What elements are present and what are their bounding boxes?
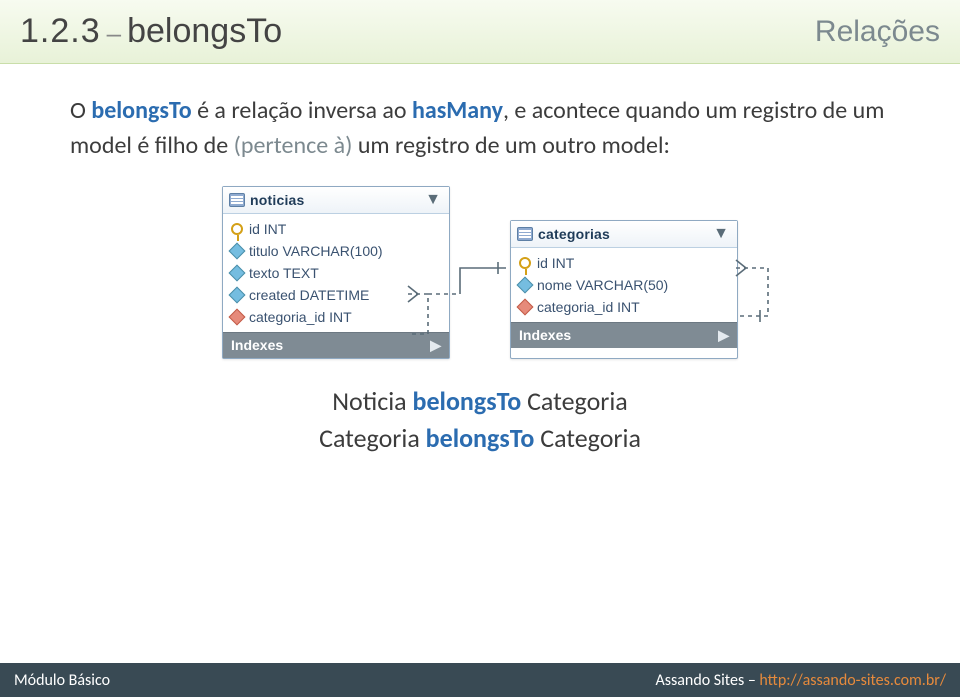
text: um registro de um outro model: (352, 131, 670, 160)
table-icon (517, 227, 533, 241)
column-icon (229, 264, 246, 281)
column-icon (229, 242, 246, 259)
footer-site-label: Assando Sites – (655, 671, 759, 690)
column-row: categoria_id INT (223, 306, 449, 328)
footer-right: Assando Sites – http://assando-sites.com… (655, 671, 946, 690)
collapse-icon: ▼ (713, 226, 729, 242)
phrase-pertence: (pertence à) (234, 131, 353, 160)
section-title: belongsTo (127, 12, 282, 51)
slide-header: 1.2.3 – belongsTo Relações (0, 0, 960, 64)
table-noticias: noticias ▼ id INT titulo VARCHAR(100) te… (222, 186, 450, 359)
keyword-hasmany: hasMany (412, 96, 503, 125)
section-category: Relações (815, 15, 940, 49)
column-icon (229, 286, 246, 303)
slide-footer: Módulo Básico Assando Sites – http://ass… (0, 663, 960, 697)
table-columns: id INT nome VARCHAR(50) categoria_id INT (511, 248, 737, 322)
column-label: categoria_id INT (537, 299, 640, 315)
collapse-icon: ▼ (425, 192, 441, 208)
keyword-belongsto: belongsTo (413, 385, 522, 417)
primary-key-icon (519, 257, 531, 269)
footer-left: Módulo Básico (14, 671, 110, 690)
column-label: id INT (537, 255, 574, 271)
section-heading: 1.2.3 – belongsTo (20, 12, 282, 51)
statement-line: Noticia belongsTo Categoria (70, 383, 890, 421)
table-icon (229, 193, 245, 207)
table-footer: Indexes ▶ (223, 332, 449, 358)
text: Categoria (521, 385, 628, 417)
statement-line: Categoria belongsTo Categoria (70, 420, 890, 458)
column-row: nome VARCHAR(50) (511, 274, 737, 296)
column-label: texto TEXT (249, 265, 319, 281)
relation-statements: Noticia belongsTo Categoria Categoria be… (70, 383, 890, 458)
text: é a relação inversa ao (192, 96, 412, 125)
table-name: noticias (250, 192, 305, 208)
table-categorias: categorias ▼ id INT nome VARCHAR(50) cat… (510, 220, 738, 359)
slide-body: O belongsTo é a relação inversa ao hasMa… (0, 64, 960, 663)
table-header: categorias ▼ (511, 221, 737, 248)
text: O (70, 96, 91, 125)
column-row: texto TEXT (223, 262, 449, 284)
table-footer: Indexes ▶ (511, 322, 737, 348)
foreign-key-icon (517, 298, 534, 315)
foreign-key-icon (229, 308, 246, 325)
column-row: id INT (511, 252, 737, 274)
er-diagram: noticias ▼ id INT titulo VARCHAR(100) te… (160, 186, 800, 359)
expand-icon: ▶ (430, 337, 441, 354)
section-number: 1.2.3 (20, 12, 101, 51)
column-row: created DATETIME (223, 284, 449, 306)
column-row: titulo VARCHAR(100) (223, 240, 449, 262)
text: Categoria (319, 422, 426, 454)
column-row: categoria_id INT (511, 296, 737, 318)
table-header: noticias ▼ (223, 187, 449, 214)
primary-key-icon (231, 223, 243, 235)
indexes-label: Indexes (519, 327, 571, 343)
table-columns: id INT titulo VARCHAR(100) texto TEXT cr… (223, 214, 449, 332)
column-label: created DATETIME (249, 287, 369, 303)
text: Noticia (332, 385, 412, 417)
column-label: nome VARCHAR(50) (537, 277, 668, 293)
footer-link[interactable]: http://assando-sites.com.br/ (759, 671, 946, 690)
indexes-label: Indexes (231, 337, 283, 353)
column-label: titulo VARCHAR(100) (249, 243, 383, 259)
expand-icon: ▶ (718, 327, 729, 344)
text: Categoria (534, 422, 641, 454)
keyword-belongsto: belongsTo (91, 96, 191, 125)
keyword-belongsto: belongsTo (426, 422, 535, 454)
column-label: categoria_id INT (249, 309, 352, 325)
table-name: categorias (538, 226, 610, 242)
column-icon (517, 276, 534, 293)
intro-paragraph: O belongsTo é a relação inversa ao hasMa… (70, 94, 890, 164)
section-separator: – (107, 18, 121, 49)
column-label: id INT (249, 221, 286, 237)
column-row: id INT (223, 218, 449, 240)
